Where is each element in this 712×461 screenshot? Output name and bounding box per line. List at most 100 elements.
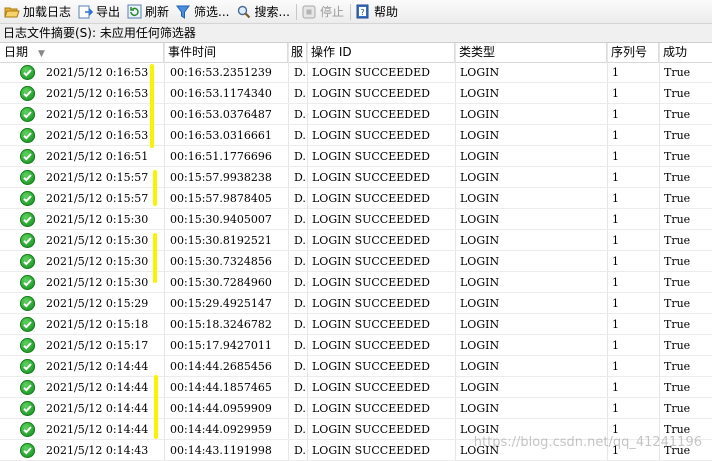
cell-date: 2021/5/12 0:15:18 xyxy=(46,318,149,331)
cell-operation-id: LOGIN SUCCEEDED xyxy=(312,276,430,289)
table-row[interactable]: 2021/5/12 0:15:18 00:15:18.3246782 D. LOGIN… xyxy=(0,314,712,335)
cell-server: D. xyxy=(294,171,306,184)
cell-operation-id: LOGIN SUCCEEDED xyxy=(312,192,430,205)
success-check-icon xyxy=(20,422,35,437)
refresh-button[interactable]: 刷新 xyxy=(124,1,173,23)
cell-succeeded: True xyxy=(664,234,691,247)
table-row[interactable]: 2021/5/12 0:15:30 00:15:30.7284960 D. LOGIN… xyxy=(0,272,712,293)
cell-date: 2021/5/12 0:15:29 xyxy=(46,297,149,310)
table-row[interactable]: 2021/5/12 0:16:53 00:16:53.1174340 D. LOGIN… xyxy=(0,83,712,104)
cell-event-time: 00:14:44.0929959 xyxy=(170,423,272,436)
cell-class-type: LOGIN xyxy=(460,213,500,226)
cell-succeeded: True xyxy=(664,66,691,79)
success-check-icon xyxy=(20,128,35,143)
success-check-icon xyxy=(20,86,35,101)
cell-class-type: LOGIN xyxy=(460,87,500,100)
cell-class-type: LOGIN xyxy=(460,318,500,331)
column-header-date[interactable]: 日期 ▼ xyxy=(0,43,164,62)
search-button[interactable]: 搜索... xyxy=(234,1,294,23)
magnifier-icon xyxy=(236,4,252,20)
cell-server: D. xyxy=(294,339,306,352)
cell-date: 2021/5/12 0:15:57 xyxy=(46,192,149,205)
cell-succeeded: True xyxy=(664,150,691,163)
cell-server: D. xyxy=(294,423,306,436)
stop-button[interactable]: 停止 xyxy=(299,1,348,23)
column-header-sequence-label: 序列号 xyxy=(611,45,648,59)
cell-sequence: 1 xyxy=(612,192,619,205)
success-check-icon xyxy=(20,296,35,311)
table-row[interactable]: 2021/5/12 0:15:30 00:15:30.7324856 D. LOGIN… xyxy=(0,251,712,272)
table-row[interactable]: 2021/5/12 0:16:51 00:16:51.1776696 D. LOGIN… xyxy=(0,146,712,167)
cell-operation-id: LOGIN SUCCEEDED xyxy=(312,108,430,121)
table-row[interactable]: 2021/5/12 0:15:29 00:15:29.4925147 D. LOGIN… xyxy=(0,293,712,314)
table-row[interactable]: 2021/5/12 0:16:53 00:16:53.0376487 D. LOGIN… xyxy=(0,104,712,125)
toolbar-separator xyxy=(349,3,351,20)
cell-server: D. xyxy=(294,444,306,457)
cell-operation-id: LOGIN SUCCEEDED xyxy=(312,234,430,247)
cell-server: D. xyxy=(294,297,306,310)
load-log-label: 加载日志 xyxy=(23,5,72,19)
cell-server: D. xyxy=(294,66,306,79)
cell-date: 2021/5/12 0:14:43 xyxy=(46,444,149,457)
cell-date: 2021/5/12 0:14:44 xyxy=(46,360,149,373)
cell-succeeded: True xyxy=(664,129,691,142)
cell-operation-id: LOGIN SUCCEEDED xyxy=(312,129,430,142)
export-icon xyxy=(77,4,93,20)
column-header-event-time[interactable]: 事件时间 xyxy=(164,43,288,62)
cell-succeeded: True xyxy=(664,318,691,331)
yellow-highlight-mark xyxy=(153,170,157,206)
column-header-succeeded-label: 成功 xyxy=(663,45,688,59)
cell-succeeded: True xyxy=(664,276,691,289)
cell-class-type: LOGIN xyxy=(460,171,500,184)
table-row[interactable]: 2021/5/12 0:16:53 00:16:53.0316661 D. LOGIN… xyxy=(0,125,712,146)
table-row[interactable]: 2021/5/12 0:14:44 00:14:44.2685456 D. LOGIN… xyxy=(0,356,712,377)
table-row[interactable]: 2021/5/12 0:16:53 00:16:53.2351239 D. LOGIN… xyxy=(0,62,712,83)
cell-operation-id: LOGIN SUCCEEDED xyxy=(312,423,430,436)
table-row[interactable]: 2021/5/12 0:15:30 00:15:30.8192521 D. LOGIN… xyxy=(0,230,712,251)
cell-class-type: LOGIN xyxy=(460,255,500,268)
cell-date: 2021/5/12 0:14:44 xyxy=(46,402,149,415)
cell-class-type: LOGIN xyxy=(460,276,500,289)
stop-icon xyxy=(301,4,317,20)
cell-event-time: 00:15:57.9878405 xyxy=(170,192,272,205)
column-header-class-type-label: 类类型 xyxy=(459,45,496,59)
cell-event-time: 00:15:57.9938238 xyxy=(170,171,272,184)
table-row[interactable]: 2021/5/12 0:14:44 00:14:44.1857465 D. LOGIN… xyxy=(0,377,712,398)
table-row[interactable]: 2021/5/12 0:15:57 00:15:57.9878405 D. LOGIN… xyxy=(0,188,712,209)
success-check-icon xyxy=(20,149,35,164)
column-header-server[interactable]: 服 xyxy=(288,43,307,62)
cell-event-time: 00:15:29.4925147 xyxy=(170,297,272,310)
cell-server: D. xyxy=(294,255,306,268)
cell-date: 2021/5/12 0:16:53 xyxy=(46,129,149,142)
cell-event-time: 00:15:17.9427011 xyxy=(170,339,272,352)
column-header-date-label: 日期 xyxy=(4,45,29,59)
load-log-button[interactable]: 加载日志 xyxy=(2,1,75,23)
column-header-sequence[interactable]: 序列号 xyxy=(607,43,659,62)
cell-date: 2021/5/12 0:15:30 xyxy=(46,213,149,226)
cell-class-type: LOGIN xyxy=(460,129,500,142)
export-button[interactable]: 导出 xyxy=(75,1,124,23)
column-header-succeeded[interactable]: 成功 xyxy=(659,43,712,62)
cell-server: D. xyxy=(294,402,306,415)
success-check-icon xyxy=(20,443,35,458)
table-row[interactable]: 2021/5/12 0:14:44 00:14:44.0959909 D. LOGIN… xyxy=(0,398,712,419)
column-header-class-type[interactable]: 类类型 xyxy=(455,43,607,62)
success-check-icon xyxy=(20,401,35,416)
table-row[interactable]: 2021/5/12 0:15:30 00:15:30.9405007 D. LOGIN… xyxy=(0,209,712,230)
refresh-icon xyxy=(126,4,142,20)
cell-event-time: 00:16:53.0316661 xyxy=(170,129,272,142)
cell-succeeded: True xyxy=(664,255,691,268)
success-check-icon xyxy=(20,317,35,332)
cell-sequence: 1 xyxy=(612,234,619,247)
cell-class-type: LOGIN xyxy=(460,234,500,247)
success-check-icon xyxy=(20,212,35,227)
help-button[interactable]: ? 帮助 xyxy=(353,1,402,23)
cell-sequence: 1 xyxy=(612,129,619,142)
table-row[interactable]: 2021/5/12 0:15:17 00:15:17.9427011 D. LOGIN… xyxy=(0,335,712,356)
cell-sequence: 1 xyxy=(612,381,619,394)
cell-server: D. xyxy=(294,276,306,289)
column-header-operation-id[interactable]: 操作 ID xyxy=(307,43,455,62)
cell-sequence: 1 xyxy=(612,87,619,100)
table-row[interactable]: 2021/5/12 0:15:57 00:15:57.9938238 D. LOGIN… xyxy=(0,167,712,188)
filter-button[interactable]: 筛选... xyxy=(173,1,233,23)
